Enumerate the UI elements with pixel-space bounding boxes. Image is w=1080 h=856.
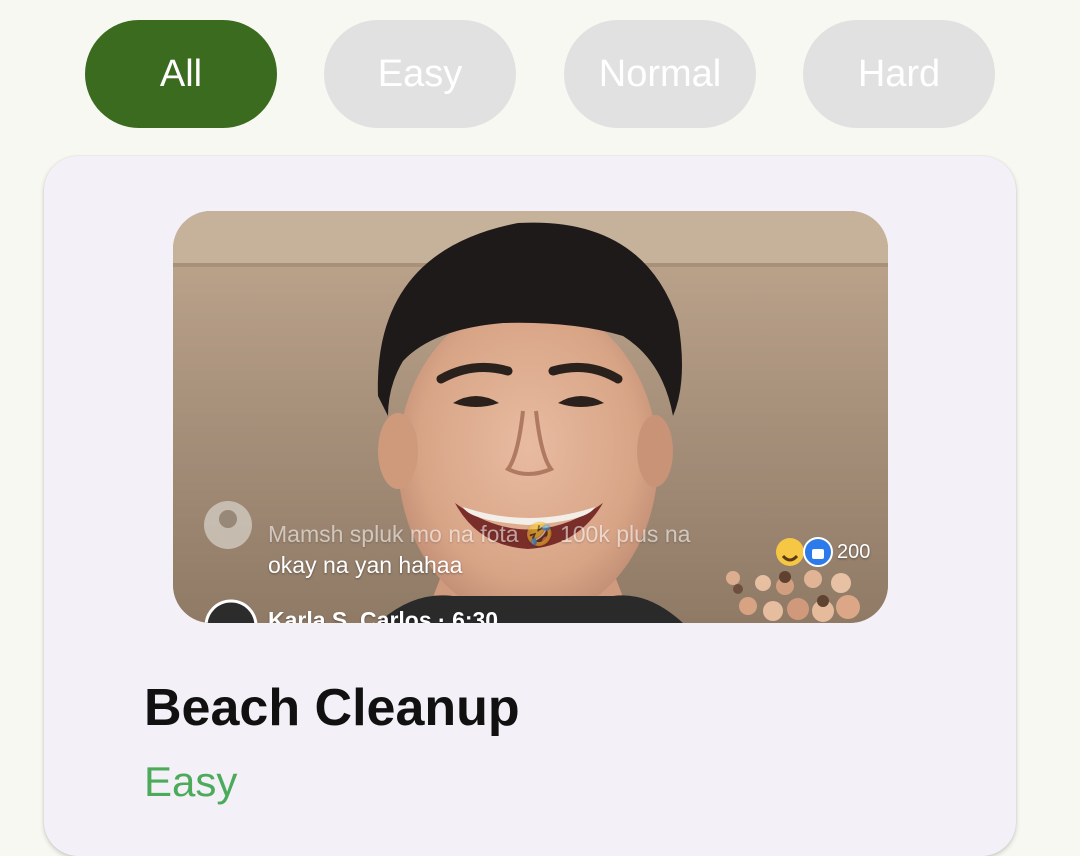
filter-chip-easy[interactable]: Easy <box>324 20 516 128</box>
reaction-count: 200 <box>837 541 871 563</box>
live-comment-line-1: Mamsh spluk mo na fota 🤣 100k plus na <box>268 521 691 547</box>
challenge-title: Beach Cleanup <box>144 679 520 737</box>
filter-chip-normal[interactable]: Normal <box>564 20 756 128</box>
challenge-card[interactable]: Mamsh spluk mo na fota 🤣 100k plus na ok… <box>44 156 1016 856</box>
live-comment-line-2: okay na yan hahaa <box>268 552 463 578</box>
live-commenter-name: Karla S. Carlos · 6:30 <box>268 607 499 623</box>
difficulty-filter-bar: All Easy Normal Hard <box>0 20 1080 128</box>
filter-chip-hard[interactable]: Hard <box>803 20 995 128</box>
filter-chip-all[interactable]: All <box>85 20 277 128</box>
challenge-difficulty: Easy <box>144 758 238 805</box>
challenge-thumbnail: Mamsh spluk mo na fota 🤣 100k plus na ok… <box>173 211 888 623</box>
